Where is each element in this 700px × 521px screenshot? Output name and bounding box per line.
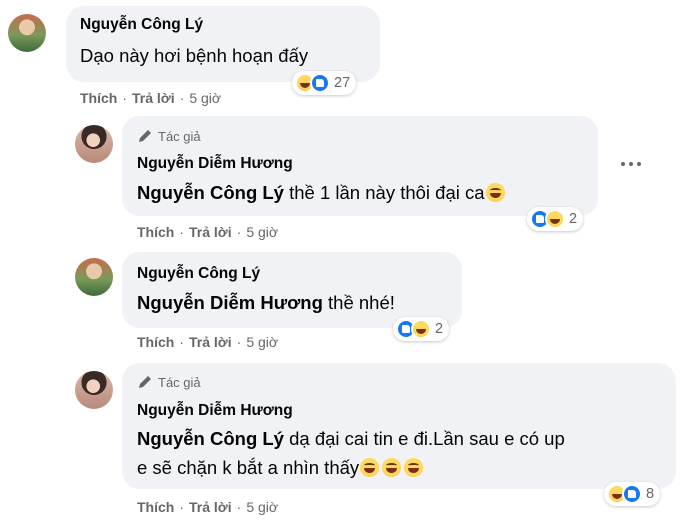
comment-text: Nguyễn Công Lý dạ đại cai tin e đi.Lần s… bbox=[137, 426, 565, 452]
comment-text-body: dạ đại cai tin e đi.Lần sau e có up bbox=[283, 428, 565, 449]
reaction-summary[interactable]: 8 bbox=[604, 482, 661, 506]
author-badge: Tác giả bbox=[137, 374, 201, 390]
separator: · bbox=[179, 499, 185, 515]
timestamp[interactable]: 5 giờ bbox=[246, 499, 278, 515]
reply-link[interactable]: Trả lời bbox=[189, 499, 232, 515]
comment-4: Tác giả Nguyễn Diễm Hương Nguyễn Công Lý… bbox=[0, 0, 700, 521]
reaction-count: 8 bbox=[646, 486, 655, 502]
comment-text-line-2: e sẽ chặn k bắt a nhìn thấy bbox=[137, 455, 424, 481]
comment-actions: Thích · Trả lời · 5 giờ bbox=[137, 499, 278, 515]
comment-author-name[interactable]: Nguyễn Diễm Hương bbox=[137, 402, 293, 420]
like-reaction-icon bbox=[622, 484, 642, 504]
comment-text-body: e sẽ chặn k bắt a nhìn thấy bbox=[137, 457, 360, 478]
pencil-icon bbox=[139, 376, 151, 388]
avatar[interactable] bbox=[75, 371, 113, 409]
author-badge-label: Tác giả bbox=[158, 374, 201, 390]
like-link[interactable]: Thích bbox=[137, 499, 174, 515]
grinning-emoji-icon bbox=[404, 458, 424, 477]
mention-link[interactable]: Nguyễn Công Lý bbox=[137, 428, 284, 449]
grinning-emoji-icon bbox=[382, 458, 402, 477]
separator: · bbox=[236, 499, 242, 515]
grinning-emoji-icon bbox=[360, 458, 380, 477]
